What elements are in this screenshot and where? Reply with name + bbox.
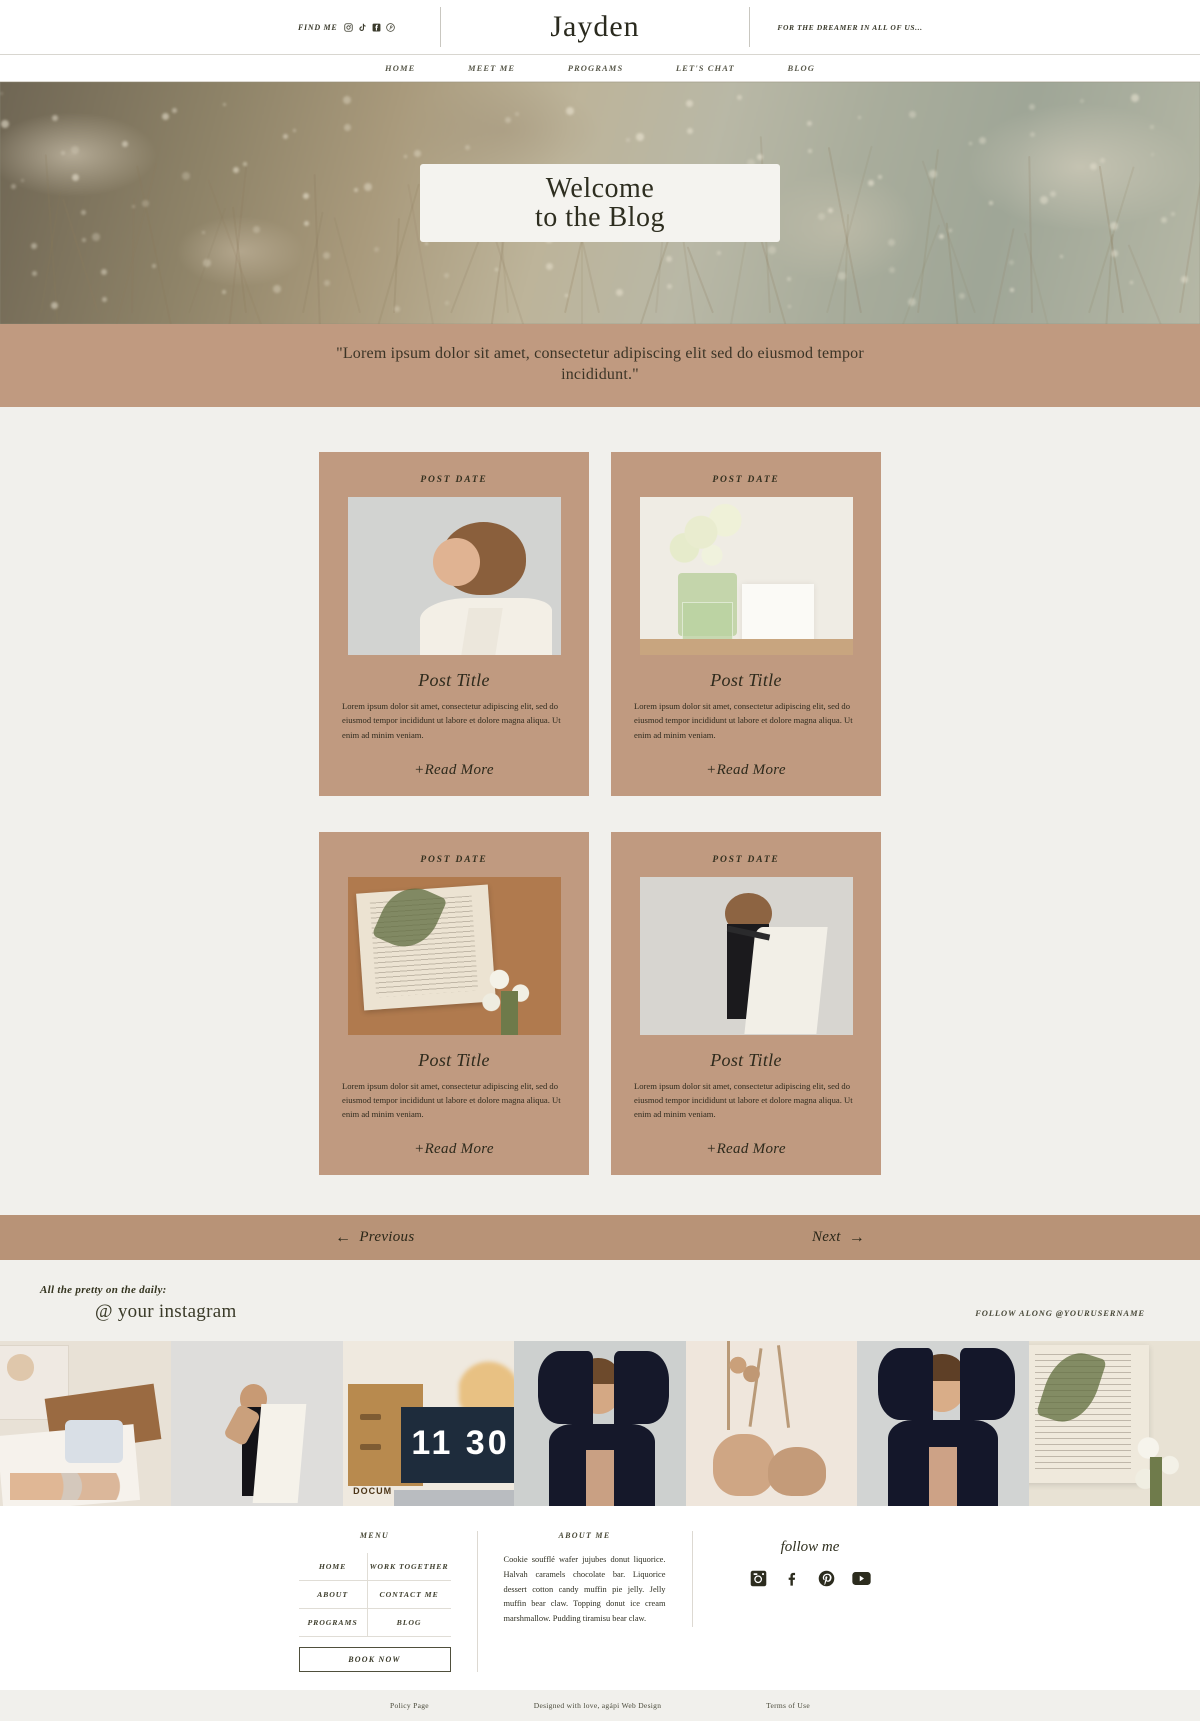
pagination-bar: ← Previous Next → <box>0 1215 1200 1261</box>
read-more-link[interactable]: +Read More <box>706 1141 786 1158</box>
site-logo[interactable]: Jayden <box>441 10 749 44</box>
footer-menu-item[interactable]: HOME <box>298 1553 368 1582</box>
footer-bottom-bar: Policy Page Designed with love, agápi We… <box>0 1690 1200 1722</box>
blog-post-card[interactable]: POST DATE Post Title Lorem ipsum dolor sit… <box>611 831 881 1176</box>
blog-post-grid: POST DATE Post Title Lorem ipsum dolor sit… <box>319 452 881 1176</box>
nav-item-blog[interactable]: BLOG <box>787 63 815 73</box>
blog-post-card[interactable]: POST DATE Post Title Lorem ipsum dolor sit… <box>611 452 881 796</box>
instagram-handle[interactable]: @ your instagram <box>40 1301 237 1323</box>
previous-label: Previous <box>359 1229 415 1246</box>
policy-page-link[interactable]: Policy Page <box>390 1701 429 1710</box>
nav-item-home[interactable]: HOME <box>385 63 415 73</box>
footer-about-heading: ABOUT ME <box>558 1531 611 1541</box>
design-credit[interactable]: Designed with love, agápi Web Design <box>534 1701 662 1710</box>
post-excerpt: Lorem ipsum dolor sit amet, consectetur … <box>634 701 853 740</box>
read-more-link[interactable]: +Read More <box>414 1141 494 1158</box>
read-more-link[interactable]: +Read More <box>414 762 494 779</box>
instagram-tile[interactable] <box>171 1341 343 1507</box>
post-date: POST DATE <box>712 475 780 486</box>
site-tagline: FOR THE DREAMER IN ALL OF US... <box>777 22 923 32</box>
instagram-follow-along[interactable]: FOLLOW ALONG @YOURUSERNAME <box>975 1308 1145 1323</box>
footer-menu-item[interactable]: WORK TOGETHER <box>367 1553 451 1582</box>
post-thumbnail[interactable] <box>639 876 853 1035</box>
footer-menu-item[interactable]: ABOUT <box>298 1581 368 1610</box>
pinterest-icon[interactable] <box>818 1570 835 1587</box>
instagram-tile[interactable] <box>685 1341 858 1507</box>
instagram-script-line: All the pretty on the daily: <box>40 1284 167 1297</box>
facebook-icon[interactable] <box>784 1570 801 1587</box>
instagram-photo-strip: DOCUM 11 30 <box>0 1341 1200 1507</box>
instagram-tile[interactable] <box>857 1341 1029 1507</box>
instagram-tile[interactable]: DOCUM 11 30 <box>342 1341 515 1507</box>
footer-menu-heading: MENU <box>359 1531 390 1541</box>
footer-follow-heading: follow me <box>780 1539 840 1556</box>
post-title[interactable]: Post Title <box>710 670 782 691</box>
post-date: POST DATE <box>420 475 488 486</box>
footer-social-column: follow me <box>693 1531 928 1587</box>
site-footer: MENU HOME WORK TOGETHER ABOUT CONTACT ME PRO… <box>0 1506 1200 1691</box>
youtube-icon[interactable] <box>851 1570 871 1587</box>
main-navigation: HOME MEET ME PROGRAMS LET'S CHAT BLOG <box>0 55 1200 82</box>
blog-post-card[interactable]: POST DATE Post Title Lorem ipsum dolor sit… <box>319 831 589 1176</box>
footer-about-text: Cookie soufflé wafer jujubes donut liquo… <box>503 1555 666 1624</box>
quote-text: "Lorem ipsum dolor sit amet, consectetur… <box>336 345 864 384</box>
arrow-right-icon: → <box>848 1228 865 1246</box>
post-date: POST DATE <box>712 854 780 865</box>
post-thumbnail[interactable] <box>639 497 853 656</box>
post-excerpt: Lorem ipsum dolor sit amet, consectetur … <box>634 1080 853 1120</box>
tiktok-icon[interactable] <box>358 23 367 32</box>
next-label: Next <box>811 1229 841 1246</box>
pinterest-icon[interactable] <box>386 22 396 32</box>
footer-about-column: ABOUT ME Cookie soufflé wafer jujubes do… <box>478 1531 693 1627</box>
footer-menu-item[interactable]: BLOG <box>367 1609 451 1638</box>
instagram-header: All the pretty on the daily: @ your inst… <box>0 1260 1200 1342</box>
footer-menu-grid: HOME WORK TOGETHER ABOUT CONTACT ME PROGRAMS… <box>298 1553 451 1638</box>
hero-title-line2: to the Blog <box>535 201 665 233</box>
quote-banner: "Lorem ipsum dolor sit amet, consectetur… <box>0 324 1200 408</box>
previous-page-button[interactable]: ← Previous <box>335 1229 414 1246</box>
hero-title-card: Welcome to the Blog <box>420 164 780 242</box>
instagram-tile[interactable] <box>0 1341 172 1507</box>
post-thumbnail[interactable] <box>347 497 561 656</box>
header-social-group: FIND ME <box>250 23 440 32</box>
next-page-button[interactable]: Next → <box>812 1229 865 1246</box>
read-more-link[interactable]: +Read More <box>706 762 786 779</box>
nav-item-meet-me[interactable]: MEET ME <box>468 63 515 73</box>
post-title[interactable]: Post Title <box>418 1050 490 1071</box>
post-title[interactable]: Post Title <box>418 670 490 691</box>
instagram-tile[interactable] <box>1028 1341 1200 1507</box>
post-date: POST DATE <box>420 854 488 865</box>
post-excerpt: Lorem ipsum dolor sit amet, consectetur … <box>342 701 561 740</box>
post-thumbnail[interactable] <box>347 876 561 1035</box>
footer-menu-item[interactable]: CONTACT ME <box>367 1581 451 1610</box>
site-header: FIND ME Jayden FOR THE DREAMER IN ALL OF… <box>0 0 1200 55</box>
blog-post-section: POST DATE Post Title Lorem ipsum dolor sit… <box>0 407 1200 1216</box>
instagram-icon[interactable] <box>750 1570 767 1587</box>
nav-item-programs[interactable]: PROGRAMS <box>568 63 624 73</box>
find-me-label: FIND ME <box>298 22 338 32</box>
post-title[interactable]: Post Title <box>710 1050 782 1071</box>
post-excerpt: Lorem ipsum dolor sit amet, consectetur … <box>342 1080 561 1120</box>
instagram-icon[interactable] <box>344 22 354 32</box>
book-now-button[interactable]: BOOK NOW <box>298 1647 451 1673</box>
footer-menu-item[interactable]: PROGRAMS <box>298 1609 368 1638</box>
footer-menu-column: MENU HOME WORK TOGETHER ABOUT CONTACT ME PRO… <box>273 1531 478 1673</box>
hero-title-line1: Welcome <box>545 173 655 205</box>
facebook-icon[interactable] <box>372 23 381 32</box>
blog-post-card[interactable]: POST DATE Post Title Lorem ipsum dolor sit… <box>319 452 589 796</box>
nav-item-lets-chat[interactable]: LET'S CHAT <box>676 63 735 73</box>
instagram-tile[interactable] <box>514 1341 686 1507</box>
hero-banner: Welcome to the Blog <box>0 82 1200 324</box>
terms-of-use-link[interactable]: Terms of Use <box>766 1701 810 1710</box>
arrow-left-icon: ← <box>335 1228 352 1246</box>
